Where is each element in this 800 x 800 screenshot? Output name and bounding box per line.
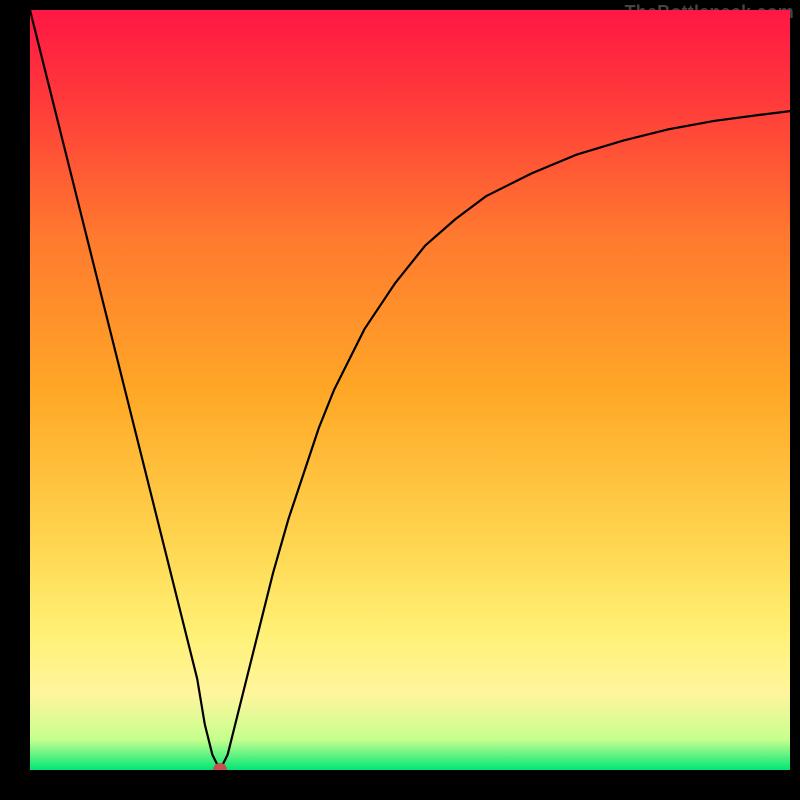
chart-stage: TheBottleneck.com: [0, 0, 800, 800]
chart-svg: [30, 10, 790, 770]
chart-plot: [30, 10, 790, 770]
plot-background: [30, 10, 790, 770]
